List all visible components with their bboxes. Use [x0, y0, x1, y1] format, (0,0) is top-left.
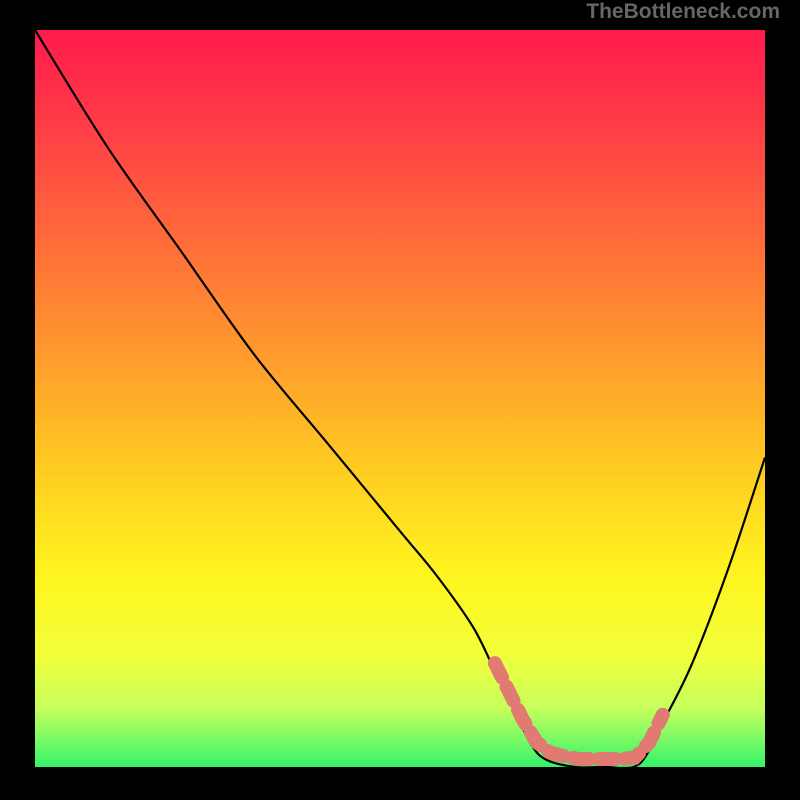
optimal-band-marker	[495, 663, 663, 759]
chart-overlay	[35, 30, 765, 767]
bottleneck-curve-line	[35, 30, 765, 768]
chart-frame: TheBottleneck.com	[0, 0, 800, 800]
watermark-text: TheBottleneck.com	[586, 0, 780, 24]
